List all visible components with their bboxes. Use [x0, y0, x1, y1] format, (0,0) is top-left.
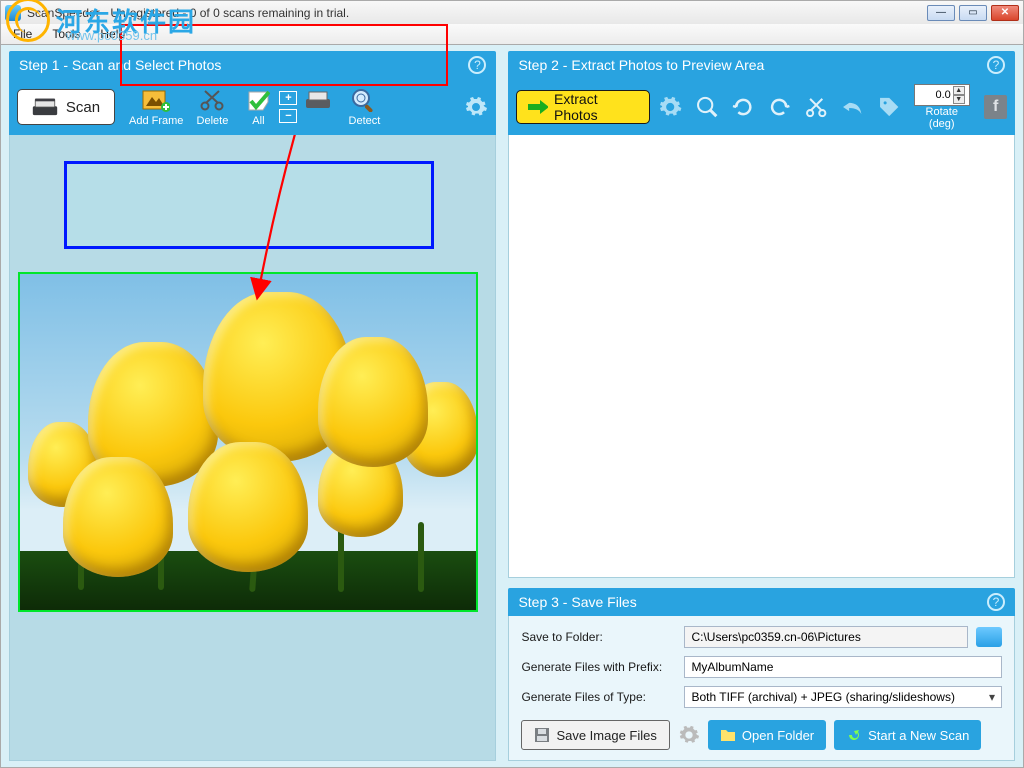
new-scan-button[interactable]: Start a New Scan — [834, 720, 981, 750]
menu-tools[interactable]: Tools — [42, 27, 90, 41]
rescan-button[interactable] — [301, 88, 335, 127]
rotate-label: Rotate (deg) — [913, 106, 970, 130]
magnifier-icon — [351, 88, 377, 112]
step3-help-icon[interactable]: ? — [987, 593, 1005, 611]
scanner-icon — [32, 97, 58, 117]
step1-canvas[interactable] — [9, 135, 496, 761]
expand-all-button[interactable]: + — [279, 91, 297, 105]
panel-step3: Step 3 - Save Files ? Save to Folder: C:… — [508, 588, 1015, 761]
step3-header: Step 3 - Save Files ? — [508, 588, 1015, 616]
step3-title: Step 3 - Save Files — [518, 594, 636, 610]
rotate-spin-up[interactable]: ▲ — [953, 86, 965, 95]
panel-step1: Step 1 - Scan and Select Photos ? Scan — [9, 51, 496, 761]
step2-toolbar: Extract Photos 0.0 ▲ ▼ — [508, 79, 1015, 135]
add-frame-button[interactable]: Add Frame — [129, 88, 183, 127]
checkmark-icon — [246, 88, 270, 112]
rotate-spin-down[interactable]: ▼ — [953, 95, 965, 104]
facebook-icon[interactable]: f — [984, 95, 1007, 119]
open-folder-label: Open Folder — [742, 728, 814, 743]
open-folder-button[interactable]: Open Folder — [708, 720, 826, 750]
panel-right: Step 2 - Extract Photos to Preview Area … — [508, 51, 1015, 761]
step2-settings-icon[interactable] — [658, 94, 682, 120]
expand-collapse-group: + − — [279, 91, 297, 123]
menu-file[interactable]: File — [3, 27, 42, 41]
type-value: Both TIFF (archival) + JPEG (sharing/sli… — [691, 690, 955, 704]
delete-button[interactable]: Delete — [187, 88, 237, 127]
scanner-small-icon — [304, 90, 332, 110]
all-label: All — [252, 115, 264, 127]
cut-icon[interactable] — [804, 94, 828, 120]
zoom-icon[interactable] — [695, 94, 719, 120]
arrow-right-icon — [527, 100, 548, 114]
scissors-icon — [199, 88, 225, 112]
step2-header: Step 2 - Extract Photos to Preview Area … — [508, 51, 1015, 79]
close-button[interactable]: ✕ — [991, 5, 1019, 21]
rotate-cw-icon[interactable] — [767, 94, 791, 120]
scan-button[interactable]: Scan — [17, 89, 115, 125]
menu-help[interactable]: Help — [90, 27, 135, 41]
work-area: Step 1 - Scan and Select Photos ? Scan — [0, 45, 1024, 768]
scan-button-label: Scan — [66, 99, 100, 116]
extract-label: Extract Photos — [554, 91, 639, 123]
floppy-icon — [534, 727, 550, 743]
minimize-button[interactable]: — — [927, 5, 955, 21]
chevron-down-icon: ▾ — [989, 690, 995, 704]
detect-label: Detect — [349, 115, 381, 127]
prefix-value: MyAlbumName — [691, 660, 773, 674]
browse-folder-icon[interactable] — [976, 627, 1002, 647]
preview-area[interactable] — [508, 135, 1015, 578]
step1-settings-icon[interactable] — [464, 95, 488, 119]
maximize-button[interactable]: ▭ — [959, 5, 987, 21]
all-button[interactable]: All — [241, 88, 275, 127]
type-select[interactable]: Both TIFF (archival) + JPEG (sharing/sli… — [684, 686, 1002, 708]
step1-toolbar: Scan Add Frame — [9, 79, 496, 135]
prefix-input[interactable]: MyAlbumName — [684, 656, 1002, 678]
rotate-input[interactable]: 0.0 ▲ ▼ — [914, 84, 970, 106]
selection-box-blue[interactable] — [64, 161, 434, 249]
selection-box-green[interactable] — [18, 272, 478, 612]
step2-title: Step 2 - Extract Photos to Preview Area — [518, 57, 764, 73]
step1-title: Step 1 - Scan and Select Photos — [19, 57, 221, 73]
add-frame-icon — [142, 88, 170, 112]
title-bar: ScanSpeeder - Unregistered - 0 of 0 scan… — [0, 0, 1024, 24]
menu-bar: File Tools Help — [0, 24, 1024, 45]
collapse-all-button[interactable]: − — [279, 109, 297, 123]
rotate-value: 0.0 — [935, 89, 950, 101]
rotate-ccw-icon[interactable] — [731, 94, 755, 120]
folder-path-text: C:\Users\pc0359.cn-06\Pictures — [691, 630, 860, 644]
step1-help-icon[interactable]: ? — [468, 56, 486, 74]
window-title: ScanSpeeder - Unregistered - 0 of 0 scan… — [27, 6, 349, 20]
step3-settings-icon[interactable] — [678, 724, 700, 746]
undo-icon[interactable] — [840, 94, 864, 120]
refresh-icon — [846, 727, 862, 743]
detect-button[interactable]: Detect — [339, 88, 389, 127]
save-image-files-label: Save Image Files — [556, 728, 656, 743]
prefix-label: Generate Files with Prefix: — [521, 660, 676, 674]
extract-button[interactable]: Extract Photos — [516, 90, 650, 124]
save-to-folder-label: Save to Folder: — [521, 630, 676, 644]
type-label: Generate Files of Type: — [521, 690, 676, 704]
delete-label: Delete — [197, 115, 229, 127]
tag-icon[interactable] — [877, 94, 901, 120]
step2-help-icon[interactable]: ? — [987, 56, 1005, 74]
folder-path-input[interactable]: C:\Users\pc0359.cn-06\Pictures — [684, 626, 968, 648]
add-frame-label: Add Frame — [129, 115, 183, 127]
step1-header: Step 1 - Scan and Select Photos ? — [9, 51, 496, 79]
new-scan-label: Start a New Scan — [868, 728, 969, 743]
app-icon — [5, 5, 21, 21]
open-folder-icon — [720, 727, 736, 743]
save-image-files-button[interactable]: Save Image Files — [521, 720, 669, 750]
